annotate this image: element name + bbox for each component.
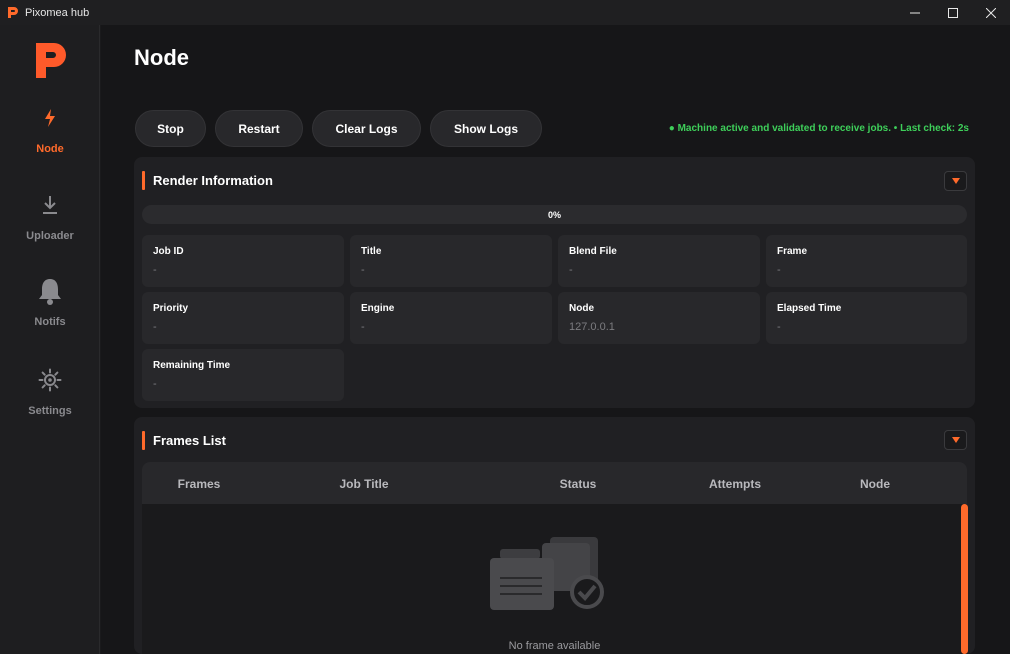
- column-header-status[interactable]: Status: [560, 477, 597, 491]
- frames-table-body: No frame available: [142, 504, 967, 654]
- clear-logs-button[interactable]: Clear Logs: [312, 110, 421, 147]
- brand-logo: [32, 41, 68, 81]
- field-label: Node: [569, 303, 594, 314]
- bolt-icon: [37, 105, 63, 131]
- stop-button[interactable]: Stop: [135, 110, 206, 147]
- panel-header: Render Information: [142, 171, 273, 190]
- column-header-node[interactable]: Node: [860, 477, 890, 491]
- sidebar: Node Uploader Notifs Settings: [0, 25, 100, 654]
- collapse-toggle-button[interactable]: [944, 430, 967, 450]
- field-value: -: [569, 264, 573, 276]
- window-controls: [896, 0, 1010, 25]
- minimize-button[interactable]: [896, 0, 934, 25]
- field-label: Priority: [153, 303, 189, 314]
- main-content: Node Stop Restart Clear Logs Show Logs ●…: [101, 25, 1010, 654]
- caret-down-icon: [951, 437, 960, 443]
- render-progress-bar: 0%: [142, 205, 967, 224]
- sidebar-item-label: Node: [36, 143, 64, 155]
- field-label: Frame: [777, 246, 808, 257]
- info-card-node: Node 127.0.0.1: [558, 292, 760, 344]
- field-value: -: [153, 321, 157, 333]
- app-title: Pixomea hub: [25, 6, 90, 19]
- panel-title: Frames List: [153, 433, 226, 448]
- page-title: Node: [134, 45, 189, 70]
- field-label: Engine: [361, 303, 395, 314]
- restart-button[interactable]: Restart: [215, 110, 303, 147]
- sidebar-item-settings[interactable]: Settings: [0, 367, 100, 417]
- field-label: Blend File: [569, 246, 617, 257]
- info-card-blend-file: Blend File -: [558, 235, 760, 287]
- accent-bar: [142, 171, 145, 190]
- sidebar-item-label: Notifs: [34, 316, 66, 328]
- info-card-remaining-time: Remaining Time -: [142, 349, 344, 401]
- field-value: 127.0.0.1: [569, 321, 615, 333]
- caret-down-icon: [951, 178, 960, 184]
- field-value: -: [153, 264, 157, 276]
- sidebar-item-node[interactable]: Node: [0, 105, 100, 155]
- bell-icon: [37, 278, 63, 305]
- maximize-button[interactable]: [934, 0, 972, 25]
- download-icon: [37, 192, 63, 218]
- empty-documents-icon: [488, 534, 604, 619]
- gear-icon: [37, 367, 63, 393]
- collapse-toggle-button[interactable]: [944, 171, 967, 191]
- info-card-priority: Priority -: [142, 292, 344, 344]
- sidebar-item-label: Settings: [28, 405, 72, 417]
- app-logo-icon: [6, 6, 19, 19]
- info-card-frame: Frame -: [766, 235, 967, 287]
- column-header-job-title[interactable]: Job Title: [339, 477, 388, 491]
- progress-label: 0%: [547, 209, 561, 220]
- field-value: -: [777, 321, 781, 333]
- field-value: -: [361, 321, 365, 333]
- render-information-panel: Render Information 0% Job ID - Title - B…: [134, 157, 975, 408]
- column-header-frames[interactable]: Frames: [178, 477, 221, 491]
- column-header-attempts[interactable]: Attempts: [709, 477, 761, 491]
- field-value: -: [777, 264, 781, 276]
- scrollbar[interactable]: [961, 504, 968, 654]
- empty-state-message: No frame available: [508, 640, 601, 652]
- sidebar-item-notifs[interactable]: Notifs: [0, 278, 100, 328]
- field-label: Elapsed Time: [777, 303, 842, 314]
- close-button[interactable]: [972, 0, 1010, 25]
- field-label: Job ID: [153, 246, 184, 257]
- field-value: -: [153, 378, 157, 390]
- show-logs-button[interactable]: Show Logs: [430, 110, 542, 147]
- info-card-job-id: Job ID -: [142, 235, 344, 287]
- info-card-title: Title -: [350, 235, 552, 287]
- status-message: ● Machine active and validated to receiv…: [668, 123, 969, 134]
- sidebar-item-uploader[interactable]: Uploader: [0, 192, 100, 242]
- field-value: -: [361, 264, 365, 276]
- frames-list-panel: Frames List Frames Job Title Status Atte…: [134, 417, 975, 654]
- info-card-elapsed-time: Elapsed Time -: [766, 292, 967, 344]
- panel-title: Render Information: [153, 173, 273, 188]
- sidebar-item-label: Uploader: [26, 230, 74, 242]
- info-card-engine: Engine -: [350, 292, 552, 344]
- field-label: Title: [361, 246, 382, 257]
- field-label: Remaining Time: [153, 360, 231, 371]
- title-bar: Pixomea hub: [0, 0, 1010, 25]
- panel-header: Frames List: [142, 431, 226, 450]
- accent-bar: [142, 431, 145, 450]
- frames-table-header: Frames Job Title Status Attempts Node: [142, 462, 967, 504]
